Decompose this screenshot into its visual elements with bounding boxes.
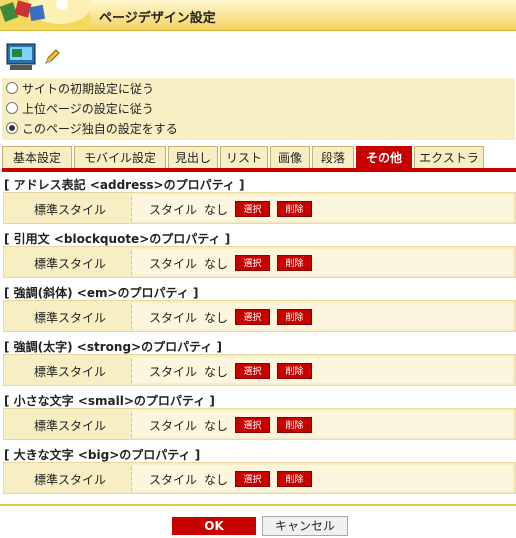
property-label: 標準スタイル (34, 203, 107, 217)
radio-label: このページ独自の設定をする (22, 121, 178, 136)
cancel-button[interactable]: キャンセル (262, 516, 348, 536)
footer-divider (0, 504, 516, 506)
select-button[interactable]: 選択 (235, 201, 270, 217)
style-value: なし (204, 311, 229, 325)
property-row-blockquote: 標準スタイル スタイル なし 選択 削除 (3, 246, 516, 278)
ok-button[interactable]: OK (172, 517, 256, 535)
header-bar: ページデザイン設定 (0, 0, 516, 31)
style-label: スタイル (149, 203, 198, 217)
select-button[interactable]: 選択 (235, 417, 270, 433)
style-value: なし (204, 365, 229, 379)
style-label: スタイル (149, 473, 198, 487)
property-row-big: 標準スタイル スタイル なし 選択 削除 (3, 462, 516, 494)
tab-list[interactable]: リスト (220, 146, 268, 168)
property-label: 標準スタイル (34, 311, 107, 325)
delete-button[interactable]: 削除 (277, 201, 312, 217)
property-row-address: 標準スタイル スタイル なし 選択 削除 (3, 192, 516, 224)
radio-button[interactable] (6, 102, 18, 114)
tab-extra[interactable]: エクストラ (414, 146, 484, 168)
tab-bar: 基本設定 モバイル設定 見出し リスト 画像 段落 その他 エクストラ (2, 146, 516, 170)
delete-button[interactable]: 削除 (277, 363, 312, 379)
radio-button[interactable] (6, 82, 18, 94)
delete-button[interactable]: 削除 (277, 255, 312, 271)
page-title: ページデザイン設定 (99, 11, 216, 26)
select-button[interactable]: 選択 (235, 255, 270, 271)
style-label: スタイル (149, 365, 198, 379)
delete-button[interactable]: 削除 (277, 471, 312, 487)
select-button[interactable]: 選択 (235, 363, 270, 379)
property-row-em: 標準スタイル スタイル なし 選択 削除 (3, 300, 516, 332)
delete-button[interactable]: 削除 (277, 417, 312, 433)
style-value: なし (204, 473, 229, 487)
style-label: スタイル (149, 257, 198, 271)
property-label: 標準スタイル (34, 365, 107, 379)
section-title-small: [ 小さな文字 <small>のプロパティ ] (4, 394, 215, 408)
style-label: スタイル (149, 311, 198, 325)
radio-option-site-default[interactable]: サイトの初期設定に従う (6, 79, 154, 97)
inheritance-options: サイトの初期設定に従う 上位ページの設定に従う このページ独自の設定をする (2, 78, 515, 140)
radio-option-parent-page[interactable]: 上位ページの設定に従う (6, 99, 154, 117)
style-value: なし (204, 257, 229, 271)
tab-underline (2, 168, 516, 172)
tab-image[interactable]: 画像 (270, 146, 310, 168)
section-title-em: [ 強調(斜体) <em>のプロパティ ] (4, 286, 199, 300)
radio-label: 上位ページの設定に従う (22, 101, 154, 116)
tab-headings[interactable]: 見出し (168, 146, 218, 168)
app-logo-icon (0, 0, 90, 30)
tab-basic[interactable]: 基本設定 (2, 146, 72, 168)
pencil-icon[interactable] (43, 48, 61, 66)
property-label: 標準スタイル (34, 257, 107, 271)
section-title-address: [ アドレス表記 <address>のプロパティ ] (4, 178, 245, 192)
section-title-big: [ 大きな文字 <big>のプロパティ ] (4, 448, 201, 462)
property-row-strong: 標準スタイル スタイル なし 選択 削除 (3, 354, 516, 386)
delete-button[interactable]: 削除 (277, 309, 312, 325)
radio-button-checked[interactable] (6, 122, 18, 134)
property-label: 標準スタイル (34, 473, 107, 487)
select-button[interactable]: 選択 (235, 309, 270, 325)
computer-icon[interactable] (6, 43, 36, 71)
property-label: 標準スタイル (34, 419, 107, 433)
radio-label: サイトの初期設定に従う (22, 81, 155, 96)
radio-option-own-settings[interactable]: このページ独自の設定をする (6, 119, 178, 137)
tab-mobile[interactable]: モバイル設定 (74, 146, 166, 168)
tab-paragraph[interactable]: 段落 (312, 146, 354, 168)
tab-other[interactable]: その他 (356, 146, 412, 168)
section-title-strong: [ 強調(太字) <strong>のプロパティ ] (4, 340, 223, 354)
property-row-small: 標準スタイル スタイル なし 選択 削除 (3, 408, 516, 440)
style-value: なし (204, 419, 229, 433)
select-button[interactable]: 選択 (235, 471, 270, 487)
style-value: なし (204, 203, 229, 217)
section-title-blockquote: [ 引用文 <blockquote>のプロパティ ] (4, 232, 231, 246)
style-label: スタイル (149, 419, 198, 433)
